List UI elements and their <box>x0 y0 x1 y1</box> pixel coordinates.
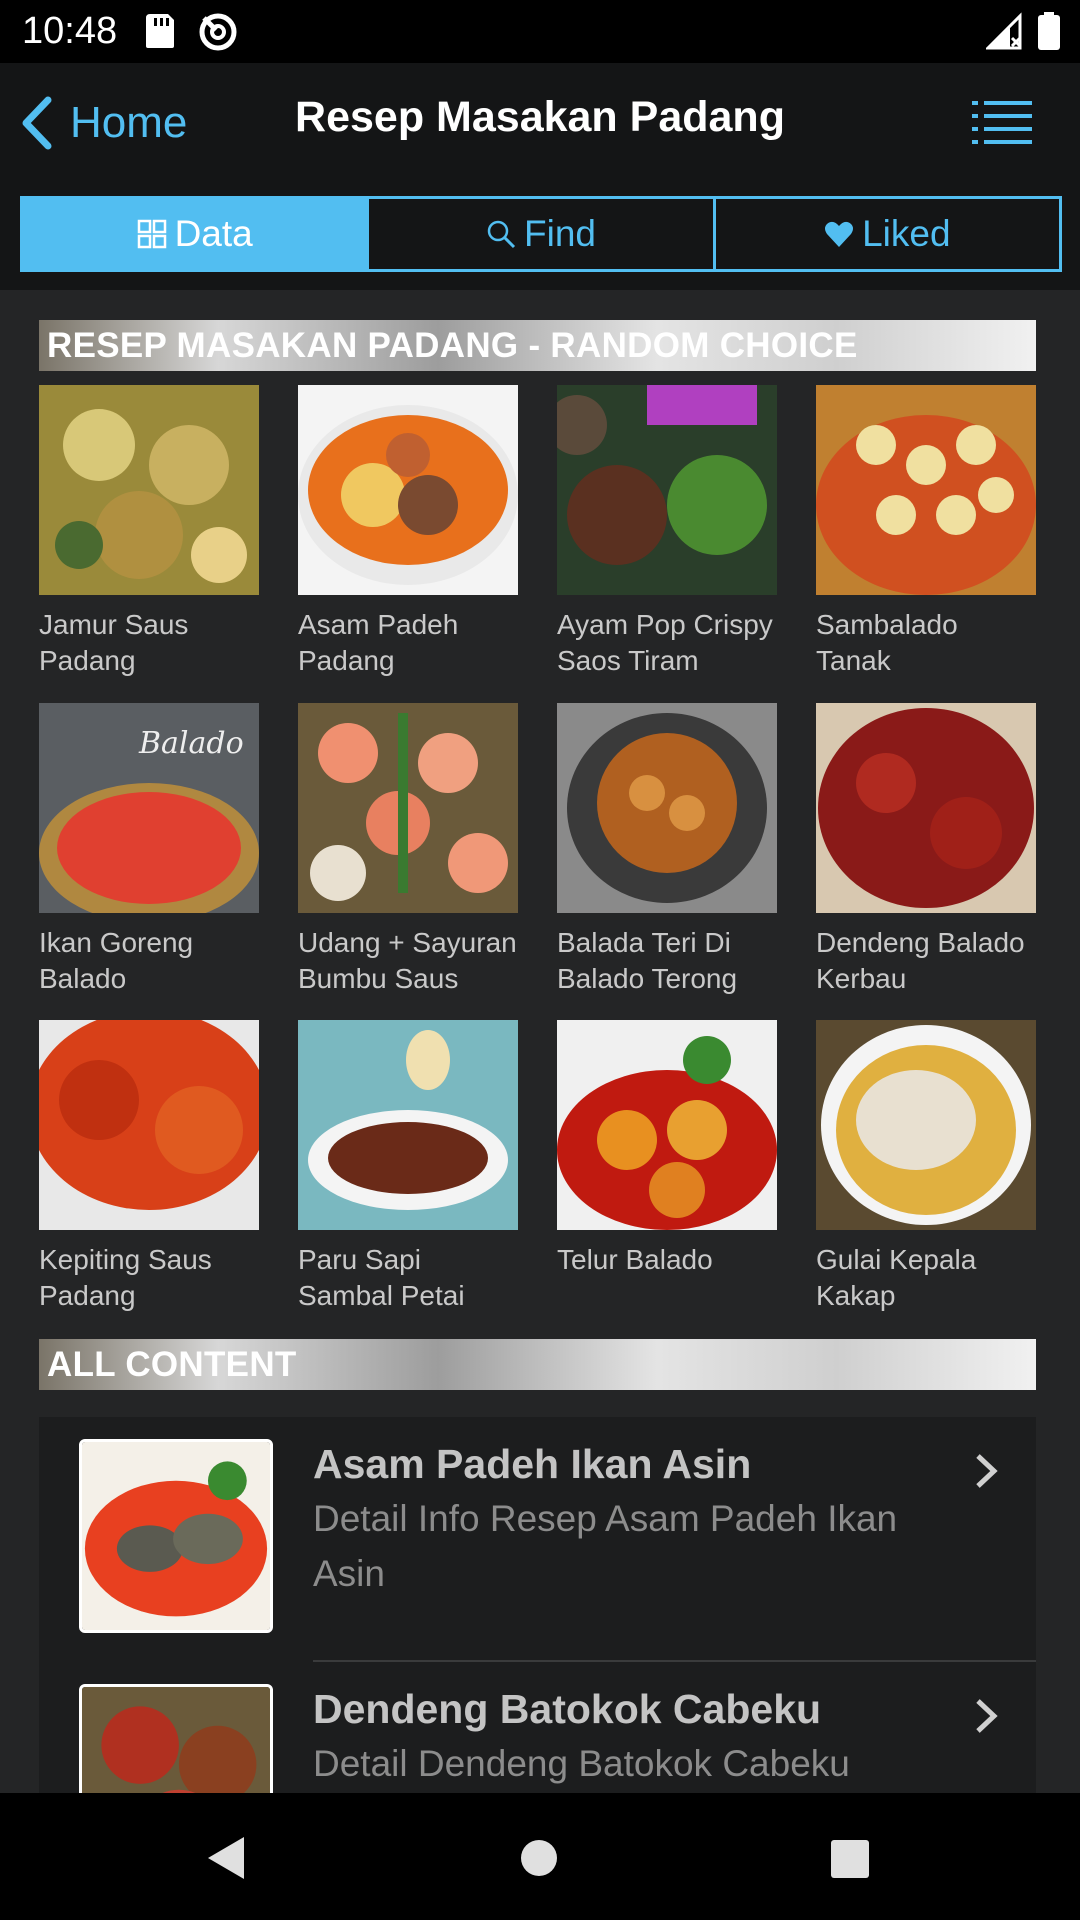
recipe-card[interactable]: Dendeng Balado Kerbau <box>816 703 1036 997</box>
recipe-thumbnail <box>557 385 777 595</box>
random-choice-header: RESEP MASAKAN PADANG - RANDOM CHOICE <box>39 320 1036 371</box>
recipe-card[interactable]: Asam Padeh Padang <box>298 385 518 679</box>
recipe-card[interactable]: Jamur Saus Padang <box>39 385 259 679</box>
signal-icon <box>986 12 1022 50</box>
recipe-label: Asam Padeh Padang <box>298 609 459 676</box>
recipe-thumbnail <box>39 1020 259 1230</box>
recipe-thumbnail <box>557 1020 777 1230</box>
recipe-card[interactable]: Balada Teri Di Balado Terong <box>557 703 777 997</box>
recipe-label: Balada Teri Di Balado Terong <box>557 927 738 994</box>
system-home-icon[interactable] <box>520 1839 558 1877</box>
tab-liked[interactable]: Liked <box>712 199 1059 269</box>
tab-data[interactable]: Data <box>23 199 367 269</box>
recipe-label: Jamur Saus Padang <box>39 609 189 676</box>
back-button[interactable]: Home <box>18 93 187 153</box>
back-label: Home <box>70 98 188 147</box>
app-header: Home Resep Masakan Padang <box>0 63 1080 180</box>
recipe-thumbnail <box>816 703 1036 913</box>
recipe-label: Gulai Kepala Kakap <box>816 1244 977 1311</box>
list-item-title: Dendeng Batokok Cabeku <box>313 1686 822 1732</box>
recipe-thumbnail <box>298 703 518 913</box>
all-content-header: ALL CONTENT <box>39 1339 1036 1390</box>
recipe-card[interactable]: Sambalado Tanak <box>816 385 1036 679</box>
chevron-right-icon <box>976 1454 998 1488</box>
status-time: 10:48 <box>22 10 118 52</box>
all-content-header-label: ALL CONTENT <box>47 1345 297 1384</box>
grid-icon <box>137 219 166 249</box>
tab-find[interactable]: Find <box>366 199 712 269</box>
recipe-label: Paru Sapi Sambal Petai <box>298 1244 465 1311</box>
svg-text:Balado: Balado <box>138 726 244 761</box>
search-icon <box>487 220 516 249</box>
tab-data-label: Data <box>174 213 253 254</box>
list-item-subtitle: Detail Dendeng Batokok Cabeku <box>313 1743 850 1784</box>
recipe-label: Udang + Sayuran Bumbu Saus <box>298 927 517 994</box>
recipe-thumbnail <box>298 1020 518 1230</box>
recipe-label: Ayam Pop Crispy Saos Tiram <box>557 609 773 676</box>
system-recents-icon[interactable] <box>830 1839 870 1879</box>
list-item[interactable]: Asam Padeh Ikan Asin Detail Info Resep A… <box>39 1417 1036 1662</box>
recipe-thumbnail <box>816 1020 1036 1230</box>
recipe-card[interactable]: Paru Sapi Sambal Petai <box>298 1020 518 1314</box>
system-nav-bar <box>0 1793 1080 1920</box>
random-choice-header-label: RESEP MASAKAN PADANG - RANDOM CHOICE <box>47 326 858 365</box>
chevron-left-icon <box>22 96 52 150</box>
tab-liked-label: Liked <box>862 213 951 254</box>
recipe-thumbnail <box>816 385 1036 595</box>
system-back-icon[interactable] <box>206 1835 246 1881</box>
list-item-thumbnail <box>79 1439 273 1633</box>
list-menu-icon[interactable] <box>972 99 1032 145</box>
battery-icon <box>1038 12 1060 50</box>
chevron-right-icon <box>976 1699 998 1733</box>
recipe-card[interactable]: Balado Ikan Goreng Balado <box>39 703 259 997</box>
list-item-subtitle: Detail Info Resep Asam Padeh Ikan Asin <box>313 1498 898 1594</box>
heart-icon <box>825 221 854 247</box>
recipe-label: Sambalado Tanak <box>816 609 958 676</box>
recipe-card[interactable]: Kepiting Saus Padang <box>39 1020 259 1314</box>
recipe-thumbnail: Balado <box>39 703 259 913</box>
recipe-thumbnail <box>39 385 259 595</box>
status-bar: 10:48 <box>0 0 1080 63</box>
content-area[interactable]: RESEP MASAKAN PADANG - RANDOM CHOICE Jam… <box>0 290 1080 1793</box>
recipe-label: Dendeng Balado Kerbau <box>816 927 1025 994</box>
recipe-card[interactable]: Gulai Kepala Kakap <box>816 1020 1036 1314</box>
recipe-thumbnail <box>298 385 518 595</box>
recipe-card[interactable]: Telur Balado <box>557 1020 777 1278</box>
segmented-tabs: Data Find Liked <box>20 196 1062 272</box>
recipe-card[interactable]: Udang + Sayuran Bumbu Saus <box>298 703 518 997</box>
tab-find-label: Find <box>524 213 596 254</box>
recipe-label: Kepiting Saus Padang <box>39 1244 212 1311</box>
list-item-thumbnail <box>79 1684 273 1793</box>
list-item-title: Asam Padeh Ikan Asin <box>313 1441 752 1487</box>
recipe-label: Ikan Goreng Balado <box>39 927 194 994</box>
sd-card-icon <box>146 14 174 48</box>
tab-bar-container: Data Find Liked <box>0 180 1080 290</box>
list-item[interactable]: Dendeng Batokok Cabeku Detail Dendeng Ba… <box>39 1662 1036 1793</box>
recipe-thumbnail <box>557 703 777 913</box>
sync-icon <box>199 13 237 51</box>
recipe-label: Telur Balado <box>557 1244 713 1275</box>
recipe-card[interactable]: Ayam Pop Crispy Saos Tiram <box>557 385 777 679</box>
all-content-list: Asam Padeh Ikan Asin Detail Info Resep A… <box>39 1417 1036 1793</box>
